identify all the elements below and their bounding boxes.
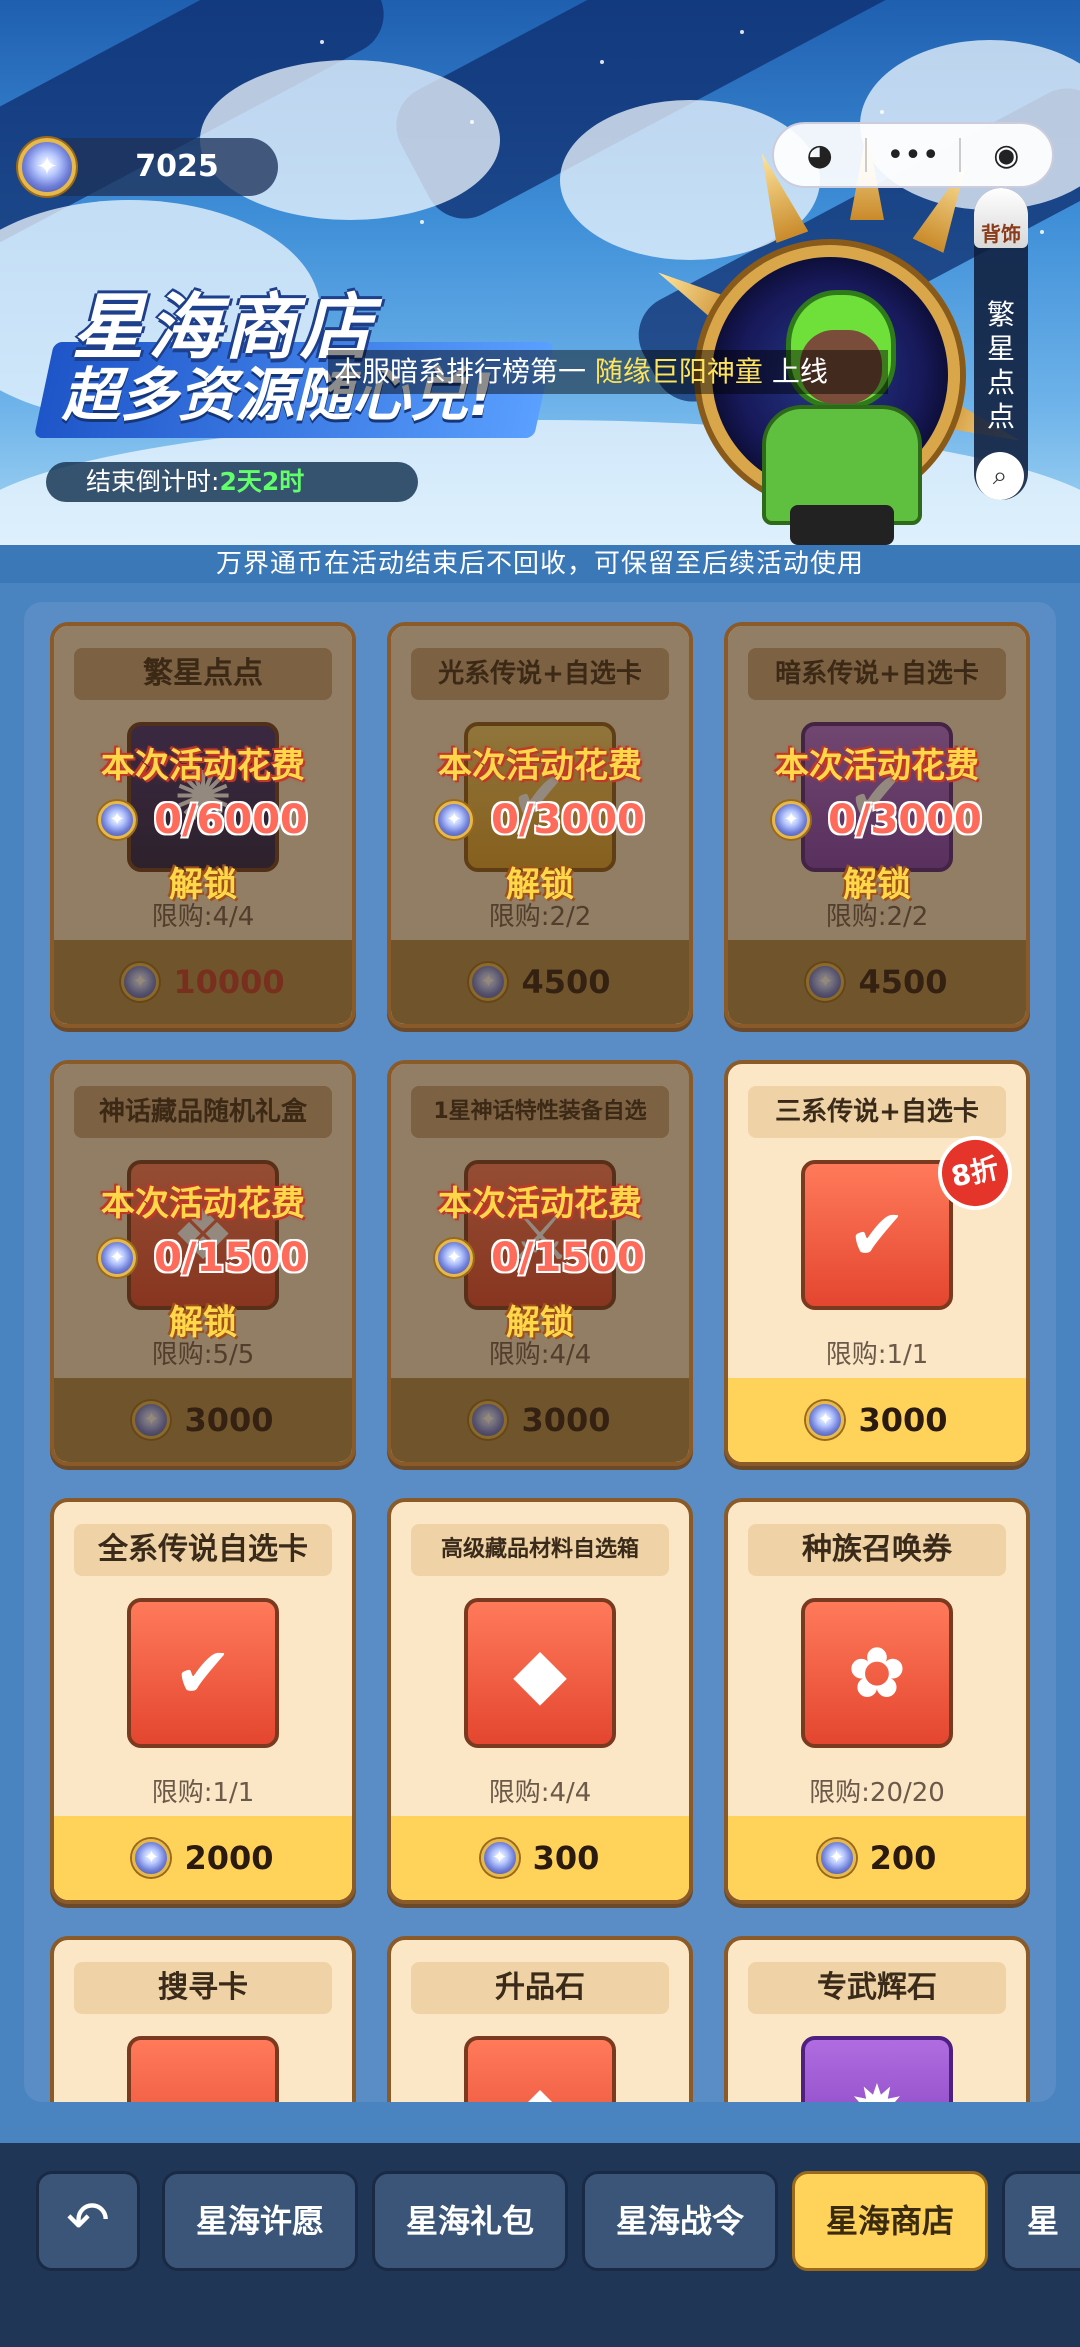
tab-gift-pack[interactable]: 星海礼包 [372, 2171, 568, 2271]
star-coin-icon: ✦ [817, 1839, 856, 1877]
unlock-progress: ✦ 0/6000 [54, 797, 352, 843]
item-name: 种族召唤券 [748, 1524, 1006, 1576]
ticker-prefix: 本服暗系排行榜第一 [334, 355, 595, 388]
target-icon[interactable]: ◉ [961, 122, 1052, 188]
unlock-progress: ✦ 0/3000 [728, 797, 1026, 843]
crystal-box-icon: ◆ [464, 1598, 616, 1748]
side-badge: 背饰 [974, 188, 1028, 248]
rainbow-card-icon: ✔ [127, 1598, 279, 1748]
avatar-legs [790, 505, 894, 545]
unlock-progress-value: 0/3000 [828, 797, 982, 843]
item-price: 200 [869, 1839, 937, 1877]
tab-battle-pass[interactable]: 星海战令 [582, 2171, 778, 2271]
unlock-label: 解锁 [843, 865, 911, 905]
shop-item-card[interactable]: 光系传说+自选卡✔限购:2/2✦4500本次活动花费✦0/3000解锁 [387, 622, 693, 1028]
unlock-progress: ✦ 0/1500 [391, 1235, 689, 1281]
shop-item-card[interactable]: 专武辉石 ✹ [724, 1936, 1030, 2102]
price-bar: ✦ 300 [391, 1816, 689, 1900]
item-name: 搜寻卡 [74, 1962, 332, 2014]
unlock-requirement: 本次活动花费 ✦ 0/6000 解锁 [54, 738, 352, 906]
back-arrow-icon[interactable]: ↶ [36, 2171, 140, 2271]
unlock-label: 解锁 [506, 865, 574, 905]
unlock-label: 解锁 [506, 1303, 574, 1343]
unlock-spend-label: 本次活动花费 [775, 746, 979, 786]
purchase-limit: 限购:1/1 [825, 1340, 929, 1370]
ticker-suffix: 上线 [762, 355, 828, 388]
item-name: 专武辉石 [748, 1962, 1006, 2014]
bottom-nav: ↶ 星海许愿 星海礼包 星海战令 星海商店 星 [0, 2143, 1080, 2347]
mini-program-capsule: ◕ ••• ◉ [772, 122, 1054, 188]
unlock-label: 解锁 [169, 865, 237, 905]
item-price: 3000 [858, 1401, 948, 1439]
purchase-limit: 限购:1/1 [151, 1778, 255, 1808]
unlock-label: 解锁 [169, 1303, 237, 1343]
countdown-label: 结束倒计时: [86, 467, 220, 496]
summon-ticket-icon: ✿ [801, 1598, 953, 1748]
shop-item-card[interactable]: 高级藏品材料自选箱 ◆ 限购:4/4 ✦ 300 [387, 1498, 693, 1904]
unlock-progress-value: 0/1500 [154, 1235, 308, 1281]
price-bar: ✦ 200 [728, 1816, 1026, 1900]
star-coin-icon: ✦ [18, 138, 76, 196]
tab-shop[interactable]: 星海商店 [792, 2171, 988, 2271]
purchase-limit: 限购:20/20 [809, 1778, 945, 1808]
side-tab-label: 繁星点点 [986, 298, 1015, 433]
shop-item-card[interactable]: 搜寻卡 ⌕ [50, 1936, 356, 2102]
item-name: 高级藏品材料自选箱 [411, 1524, 669, 1576]
unlock-progress: ✦ 0/1500 [54, 1235, 352, 1281]
search-card-icon: ⌕ [127, 2036, 279, 2102]
star-coin-icon: ✦ [98, 801, 137, 839]
unlock-progress-value: 0/1500 [491, 1235, 645, 1281]
unlock-requirement: 本次活动花费 ✦ 0/3000 解锁 [728, 738, 1026, 906]
unlock-requirement: 本次活动花费 ✦ 0/3000 解锁 [391, 738, 689, 906]
currency-display: ✦ 7025 [16, 138, 278, 196]
shop-item-card[interactable]: 全系传说自选卡 ✔ 限购:1/1 ✦ 2000 [50, 1498, 356, 1904]
announcement-ticker: 本服暗系排行榜第一 随缘巨阳神童 上线 [328, 350, 888, 394]
shop-item-card[interactable]: 繁星点点✺限购:4/4✦10000本次活动花费✦0/6000解锁 [50, 622, 356, 1028]
unlock-progress: ✦ 0/3000 [391, 797, 689, 843]
unlock-spend-label: 本次活动花费 [101, 746, 305, 786]
ticker-highlight: 随缘巨阳神童 [594, 355, 763, 388]
unlock-spend-label: 本次活动花费 [438, 1184, 642, 1224]
price-bar: ✦ 3000 [728, 1378, 1026, 1462]
star-coin-icon: ✦ [435, 801, 474, 839]
unlock-spend-label: 本次活动花费 [438, 746, 642, 786]
price-bar: ✦ 2000 [54, 1816, 352, 1900]
star-coin-icon: ✦ [480, 1839, 519, 1877]
check-card-icon: ✔ [801, 1160, 953, 1310]
shop-item-card[interactable]: 暗系传说+自选卡✔限购:2/2✦4500本次活动花费✦0/3000解锁 [724, 622, 1030, 1028]
unlock-spend-label: 本次活动花费 [101, 1184, 305, 1224]
weapon-gem-icon: ✹ [801, 2036, 953, 2102]
ghost-icon[interactable]: ◕ [774, 122, 865, 188]
item-price: 300 [532, 1839, 600, 1877]
upgrade-stone-icon: ◆ [464, 2036, 616, 2102]
currency-amount: 7025 [135, 149, 219, 184]
more-dots-icon[interactable]: ••• [867, 122, 958, 188]
star-coin-icon: ✦ [132, 1839, 171, 1877]
star-coin-icon: ✦ [98, 1239, 137, 1277]
shop-panel: 繁星点点✺限购:4/4✦10000本次活动花费✦0/6000解锁光系传说+自选卡… [24, 602, 1056, 2102]
star-coin-icon: ✦ [435, 1239, 474, 1277]
notice-bar: 万界通币在活动结束后不回收，可保留至后续活动使用 [0, 545, 1080, 583]
shop-item-card[interactable]: 1星神话特性装备自选⚔限购:4/4✦3000本次活动花费✦0/1500解锁 [387, 1060, 693, 1466]
unlock-progress-value: 0/6000 [154, 797, 308, 843]
unlock-requirement: 本次活动花费 ✦ 0/1500 解锁 [391, 1176, 689, 1344]
item-name: 全系传说自选卡 [74, 1524, 332, 1576]
star-coin-icon: ✦ [772, 801, 811, 839]
purchase-limit: 限购:4/4 [488, 1778, 592, 1808]
countdown: 结束倒计时:2天2时 [46, 462, 418, 502]
star-coin-icon: ✦ [806, 1401, 845, 1439]
unlock-requirement: 本次活动花费 ✦ 0/1500 解锁 [54, 1176, 352, 1344]
countdown-value: 2天2时 [219, 467, 305, 496]
unlock-progress-value: 0/3000 [491, 797, 645, 843]
item-name: 三系传说+自选卡 [748, 1086, 1006, 1138]
tab-more[interactable]: 星 [1002, 2171, 1080, 2271]
shop-item-card[interactable]: 三系传说+自选卡 ✔ 限购:1/1 ✦ 3000 8折 [724, 1060, 1030, 1466]
shop-item-card[interactable]: 神话藏品随机礼盒❖限购:5/5✦3000本次活动花费✦0/1500解锁 [50, 1060, 356, 1466]
item-price: 2000 [184, 1839, 274, 1877]
item-name: 升品石 [411, 1962, 669, 2014]
search-icon[interactable]: ⌕ [976, 452, 1024, 500]
shop-item-card[interactable]: 升品石 ◆ [387, 1936, 693, 2102]
shop-item-card[interactable]: 种族召唤券 ✿ 限购:20/20 ✦ 200 [724, 1498, 1030, 1904]
tab-wish[interactable]: 星海许愿 [162, 2171, 358, 2271]
